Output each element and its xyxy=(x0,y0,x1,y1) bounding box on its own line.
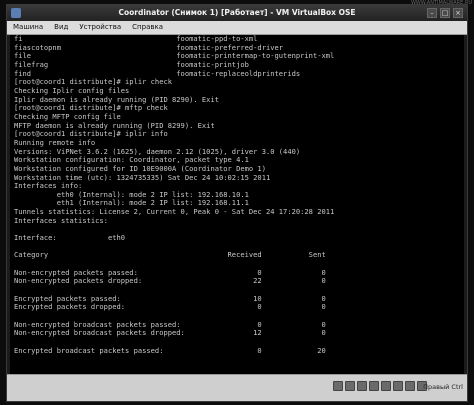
window-controls: – □ × xyxy=(427,8,463,18)
host-key-label: Правый Ctrl xyxy=(423,383,463,391)
cdrom-icon[interactable] xyxy=(345,381,355,391)
mouse-integration-icon[interactable] xyxy=(405,381,415,391)
vm-screen[interactable]: fi foomatic-ppd-to-xml fiascotopnm foomat… xyxy=(10,35,464,375)
terminal-line: Encrypted broadcast packets passed: 0 20 xyxy=(14,345,326,355)
status-icons xyxy=(333,381,427,391)
menu-view[interactable]: Вид xyxy=(48,21,73,34)
status-bar: Правый Ctrl xyxy=(7,374,467,401)
minimize-icon[interactable]: – xyxy=(427,8,437,18)
network-icon[interactable] xyxy=(369,381,379,391)
terminal-output: fi foomatic-ppd-to-xml fiascotopnm foomat… xyxy=(10,35,464,355)
menu-devices[interactable]: Устройства xyxy=(73,21,126,34)
usb-icon[interactable] xyxy=(381,381,391,391)
shared-folder-icon[interactable] xyxy=(393,381,403,391)
floppy-icon[interactable] xyxy=(357,381,367,391)
virtualbox-window: Coordinator (Снимок 1) [Работает] - VM V… xyxy=(6,4,468,402)
terminal-line: Non-encrypted broadcast packets dropped:… xyxy=(14,328,326,338)
hdd-icon[interactable] xyxy=(333,381,343,391)
menu-machine[interactable]: Машина xyxy=(7,21,48,34)
maximize-icon[interactable]: □ xyxy=(440,8,450,18)
terminal-line: Category Received Sent xyxy=(14,250,326,260)
terminal-line: Interfaces statistics: xyxy=(14,215,108,225)
menu-help[interactable]: Справка xyxy=(126,21,168,34)
terminal-line: Interface: eth0 xyxy=(14,233,126,243)
close-icon[interactable]: × xyxy=(453,8,463,18)
terminal-line: Encrypted packets dropped: 0 0 xyxy=(14,302,326,312)
window-title: Coordinator (Снимок 1) [Работает] - VM V… xyxy=(118,8,356,17)
title-bar[interactable]: Coordinator (Снимок 1) [Работает] - VM V… xyxy=(7,5,467,21)
menu-bar: Машина Вид Устройства Справка xyxy=(7,21,467,35)
terminal-line: Non-encrypted packets dropped: 22 0 xyxy=(14,276,326,286)
